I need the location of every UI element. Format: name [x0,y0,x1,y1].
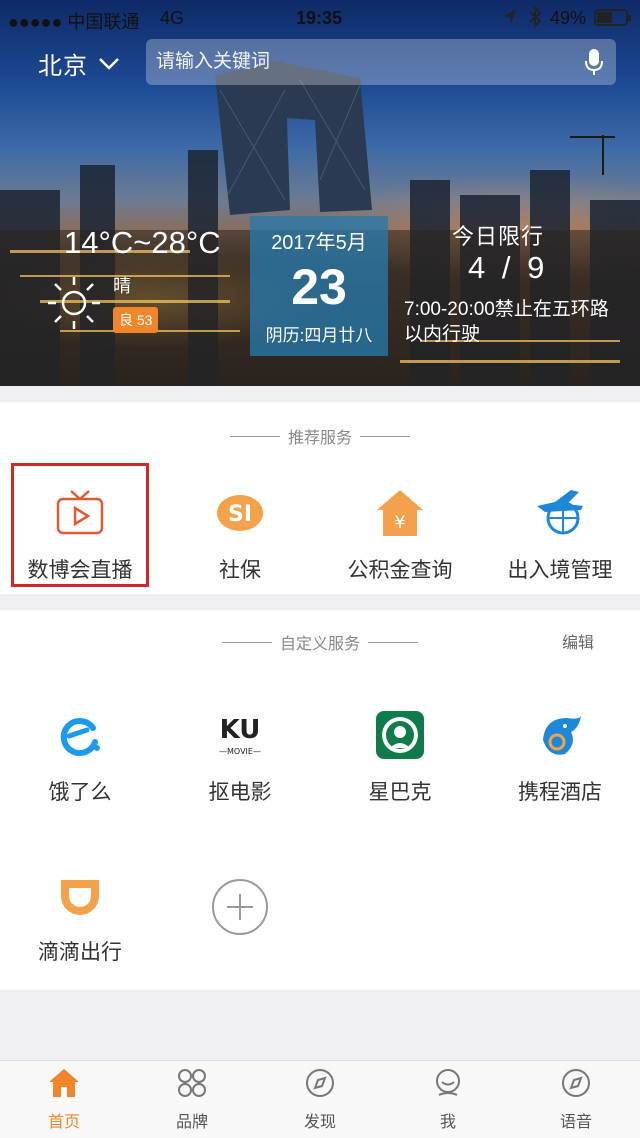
eleme-icon [0,708,160,762]
svg-text:KU: KU [220,715,261,745]
city-label: 北京 [38,53,88,80]
bluetooth-icon [528,5,542,33]
section-title: 推荐服务 [230,424,411,448]
service-tile-kou-movie[interactable]: KU —MOVIE— 抠电影 [160,708,320,806]
service-tile-starbucks[interactable]: 星巴克 [320,708,480,806]
svg-text:SI: SI [228,502,252,527]
city-selector[interactable]: 北京 [38,46,120,81]
date-day: 23 [291,259,347,315]
kou-movie-icon: KU —MOVIE— [160,708,320,762]
status-time: 19:35 [296,8,343,28]
nav-item-brand[interactable]: 品牌 [128,1067,256,1132]
search-bar[interactable] [146,39,616,85]
weather-condition: 晴 [113,276,131,296]
restriction-title: 今日限行 [452,224,545,249]
restriction-rule: 7:00-20:00禁止在五环路以内行驶 [404,299,609,345]
location-icon [503,9,517,30]
housing-fund-icon: ¥ [320,486,480,540]
highlight-box [11,463,149,587]
date-card: 2017年5月 23 阴历:四月廿八 [250,216,388,356]
service-tile-didi[interactable]: 滴滴出行 [0,868,160,966]
hero-banner: ●●●●● 中国联通 4G 19:35 49% 北京 14°C~28°C [0,0,640,386]
add-icon [160,879,320,935]
sun-icon [46,275,102,336]
status-carrier: ●●●●● 中国联通 [8,12,140,32]
nav-item-home[interactable]: 首页 [0,1067,128,1132]
nav-item-me[interactable]: 我 [384,1067,512,1132]
compass-icon [306,1069,334,1097]
brand-grid-icon [178,1069,206,1097]
aqi-badge: 良 53 [113,307,159,333]
add-service-button[interactable] [160,879,320,948]
edit-button[interactable]: 编辑 [562,629,594,653]
svg-text:¥: ¥ [394,512,405,533]
ctrip-dolphin-icon [480,708,640,762]
voice-compass-icon [562,1069,590,1097]
date-year-month: 2017年5月 [271,232,367,254]
weather-temperature: 14°C~28°C [64,225,221,260]
service-tile-housing-fund[interactable]: ¥ 公积金查询 [320,486,480,584]
bottom-nav: 首页 品牌 发现 我 语音 [0,1060,640,1138]
section-title: 自定义服务 [222,630,419,654]
starbucks-icon [320,708,480,762]
date-lunar: 阴历:四月廿八 [265,326,373,345]
custom-services: 自定义服务 编辑 饿了么 KU —MOVIE— 抠电影 星巴克 携程酒店 滴滴出… [0,610,640,990]
nav-item-discover[interactable]: 发现 [256,1067,384,1132]
battery-icon [594,8,634,33]
status-battery: 49% [550,8,587,28]
microphone-icon[interactable] [584,48,604,82]
search-input[interactable] [156,51,556,73]
svg-text:—MOVIE—: —MOVIE— [219,747,261,756]
service-tile-eleme[interactable]: 饿了么 [0,708,160,806]
service-tile-ctrip-hotel[interactable]: 携程酒店 [480,708,640,806]
didi-icon [0,868,160,922]
chevron-down-icon [98,50,120,78]
status-network: 4G [160,8,185,28]
restriction-numbers: 4 / 9 [468,250,549,285]
social-security-icon: SI [160,486,320,540]
home-icon [49,1069,79,1097]
plane-globe-icon [480,486,640,540]
service-tile-social-security[interactable]: SI 社保 [160,486,320,584]
nav-item-voice[interactable]: 语音 [512,1067,640,1132]
profile-icon [436,1069,460,1096]
service-tile-immigration[interactable]: 出入境管理 [480,486,640,584]
